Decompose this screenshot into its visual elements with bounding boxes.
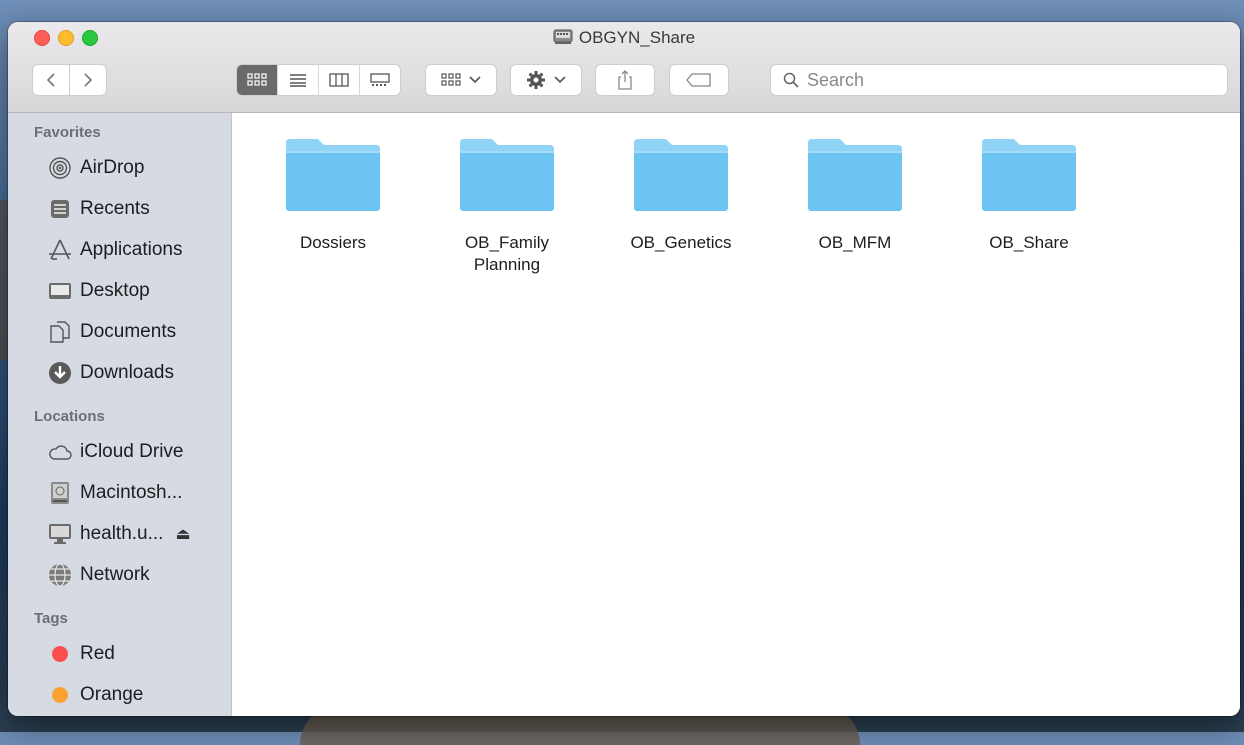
gallery-view-button[interactable] [360,65,400,95]
harddrive-icon [48,481,72,505]
group-grid-icon [441,73,461,86]
folder-icon [808,139,902,211]
sidebar-item-airdrop[interactable]: AirDrop [8,147,231,188]
sidebar-item-icloud[interactable]: iCloud Drive [8,431,231,472]
column-view-button[interactable] [319,65,360,95]
sidebar-item-label: Documents [80,320,177,342]
folder-item[interactable]: OB_Share [944,133,1114,254]
folder-item[interactable]: OB_Genetics [596,133,766,254]
tags-button[interactable] [669,64,729,96]
sidebar-item-health-server[interactable]: health.u... ⏏ [8,513,231,554]
server-icon [48,522,72,546]
chevron-right-icon [84,73,93,87]
sidebar-item-network[interactable]: Network [8,554,231,595]
share-icon [618,70,632,90]
finder-window: OBGYN_Share Search Favorites AirDrop Rec… [8,22,1240,716]
sidebar-item-recents[interactable]: Recents [8,188,231,229]
applications-icon [48,238,72,262]
sidebar: Favorites AirDrop Recents Applications D… [8,113,232,716]
gear-icon [527,71,545,89]
folder-icon [460,139,554,211]
list-lines-icon [290,74,306,87]
sidebar-item-downloads[interactable]: Downloads [8,352,231,393]
sidebar-item-label: Macintosh... [80,481,183,503]
toolbar: OBGYN_Share [8,22,1240,113]
folder-icon [634,139,728,211]
recents-icon [48,197,72,221]
folder-name: OB_Family [464,233,550,252]
sidebar-item-documents[interactable]: Documents [8,311,231,352]
sidebar-item-tag-red[interactable]: Red [8,633,231,674]
folder-icon [982,139,1076,211]
sidebar-item-label: Red [80,642,115,664]
sidebar-item-label: health.u... [80,522,164,544]
sidebar-item-label: Downloads [80,361,174,383]
columns-icon [329,73,349,87]
sidebar-item-label: AirDrop [80,156,145,178]
sidebar-item-label: Desktop [80,279,150,301]
folder-item[interactable]: OB_MFM [770,133,940,254]
chevron-down-icon [469,76,481,84]
folder-name: OB_Genetics [630,233,732,252]
group-by-button[interactable] [425,64,497,96]
sidebar-item-macintosh[interactable]: Macintosh... [8,472,231,513]
sidebar-item-tag-orange[interactable]: Orange [8,674,231,715]
folder-icon [286,139,380,211]
window-title: OBGYN_Share [578,28,696,47]
file-browser: Dossiers OB_Family Planning OB_Genetics O… [232,113,1240,716]
sidebar-item-label: iCloud Drive [80,440,184,462]
sidebar-item-label: Recents [80,197,150,219]
folder-item[interactable]: OB_Family Planning [422,133,592,276]
icon-grid-icon [247,73,267,86]
sidebar-item-label: Orange [80,683,144,705]
sidebar-item-label: Applications [80,238,183,260]
folder-item[interactable]: Dossiers [248,133,418,254]
documents-icon [48,320,72,344]
tag-icon [686,73,711,87]
search-icon [783,72,799,88]
back-button[interactable] [32,64,70,96]
sidebar-item-desktop[interactable]: Desktop [8,270,231,311]
desktop-icon [48,279,72,303]
search-field[interactable] [770,64,1228,96]
server-drive-icon [553,29,573,44]
tag-dot-icon [48,642,72,666]
sidebar-heading-favorites: Favorites [34,124,101,141]
gallery-icon [370,73,390,86]
chevron-down-icon [554,76,566,84]
sidebar-heading-tags: Tags [34,610,68,627]
downloads-icon [48,361,72,385]
window-title-bar: OBGYN_Share [8,28,1240,48]
folder-name-line2: Planning [473,255,541,274]
search-input[interactable] [805,68,1209,92]
eject-icon[interactable]: ⏏ [175,524,190,544]
folder-name: OB_MFM [818,233,892,252]
forward-button[interactable] [69,64,107,96]
chevron-left-icon [46,73,55,87]
action-menu-button[interactable] [510,64,582,96]
tag-dot-icon [48,683,72,707]
icloud-icon [48,440,72,464]
icon-view-button[interactable] [237,65,278,95]
folder-name: Dossiers [299,233,367,252]
folder-name: OB_Share [989,233,1069,252]
list-view-button[interactable] [278,65,319,95]
sidebar-heading-locations: Locations [34,408,105,425]
sidebar-item-label: Network [80,563,150,585]
network-icon [48,562,72,587]
share-button[interactable] [595,64,655,96]
sidebar-item-applications[interactable]: Applications [8,229,231,270]
view-mode-selector [236,64,401,96]
airdrop-icon [48,156,72,180]
